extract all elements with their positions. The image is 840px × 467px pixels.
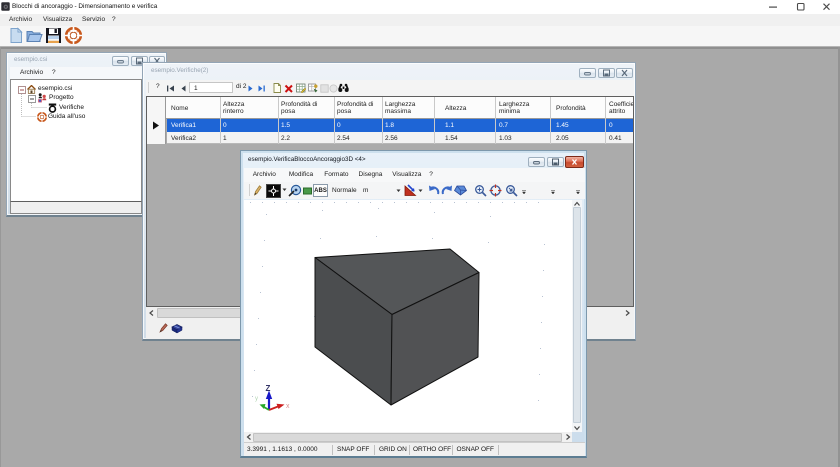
svg-text:x: x [286, 403, 290, 410]
svg-text:y: y [255, 396, 258, 402]
svg-text:Z: Z [266, 384, 271, 393]
